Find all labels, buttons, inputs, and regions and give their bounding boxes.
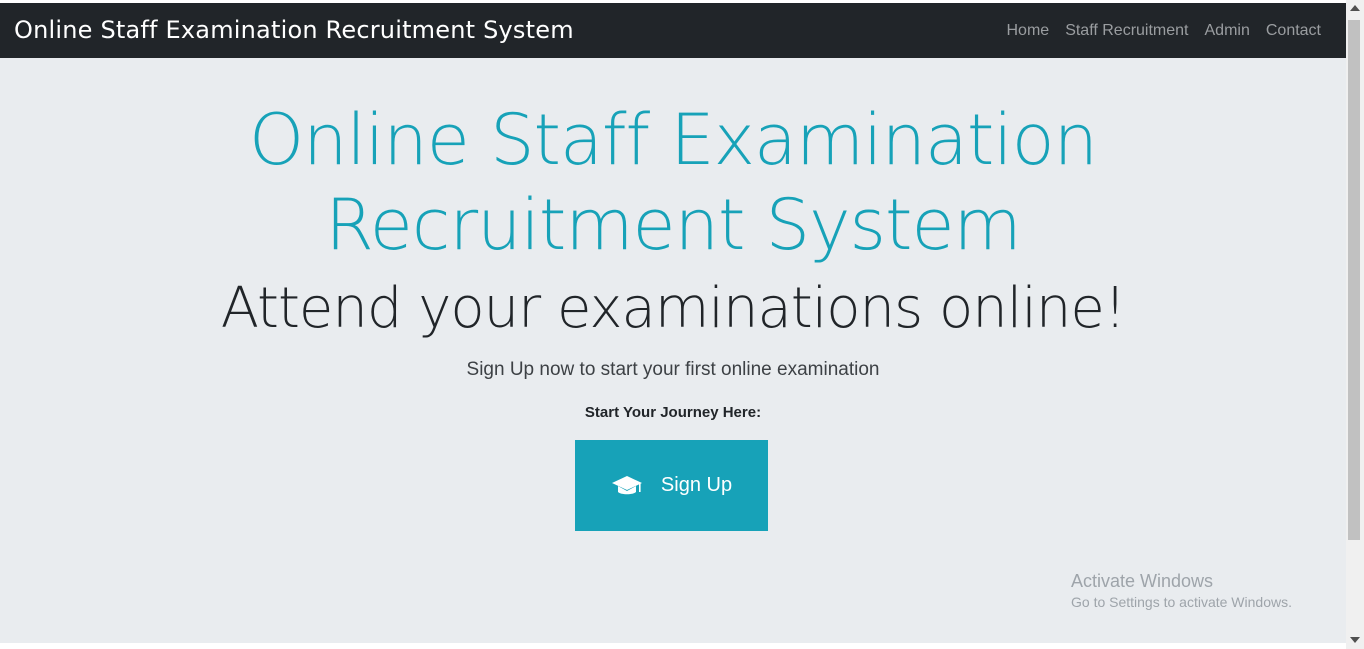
page: Online Staff Examination Recruitment Sys… (0, 0, 1346, 649)
hero-title: Online Staff Examination Recruitment Sys… (0, 98, 1346, 268)
sign-up-button[interactable]: Sign Up (575, 440, 768, 531)
hero-lead-text: Sign Up now to start your first online e… (466, 359, 880, 380)
vertical-scrollbar[interactable] (1346, 0, 1364, 649)
hero-title-line2: Recruitment System (325, 184, 1021, 266)
hero-jumbotron: Online Staff Examination Recruitment Sys… (0, 58, 1346, 643)
hero-subtitle: Attend your examinations online! (220, 276, 1127, 341)
nav-link-contact[interactable]: Contact (1266, 22, 1321, 40)
page-bottom-strip (0, 643, 1346, 649)
watermark-title: Activate Windows (1071, 571, 1214, 591)
journey-label: Start Your Journey Here: (584, 404, 762, 421)
scroll-thumb[interactable] (1348, 20, 1360, 540)
top-navbar: Online Staff Examination Recruitment Sys… (0, 3, 1346, 58)
scroll-up-arrow-icon[interactable] (1350, 5, 1360, 11)
nav-links: Home Staff Recruitment Admin Contact (991, 3, 1322, 58)
activate-windows-watermark: Activate Windows Go to Settings to activ… (1071, 570, 1292, 612)
scroll-down-arrow-icon[interactable] (1350, 637, 1360, 643)
nav-link-staff-recruitment[interactable]: Staff Recruitment (1065, 22, 1188, 40)
watermark-subtitle: Go to Settings to activate Windows. (1071, 594, 1292, 610)
graduation-cap-icon (611, 474, 643, 498)
sign-up-label: Sign Up (660, 474, 733, 496)
hero-title-line1: Online Staff Examination (249, 99, 1098, 181)
nav-link-admin[interactable]: Admin (1205, 22, 1250, 40)
nav-link-home[interactable]: Home (1007, 22, 1050, 40)
navbar-brand[interactable]: Online Staff Examination Recruitment Sys… (14, 15, 574, 45)
